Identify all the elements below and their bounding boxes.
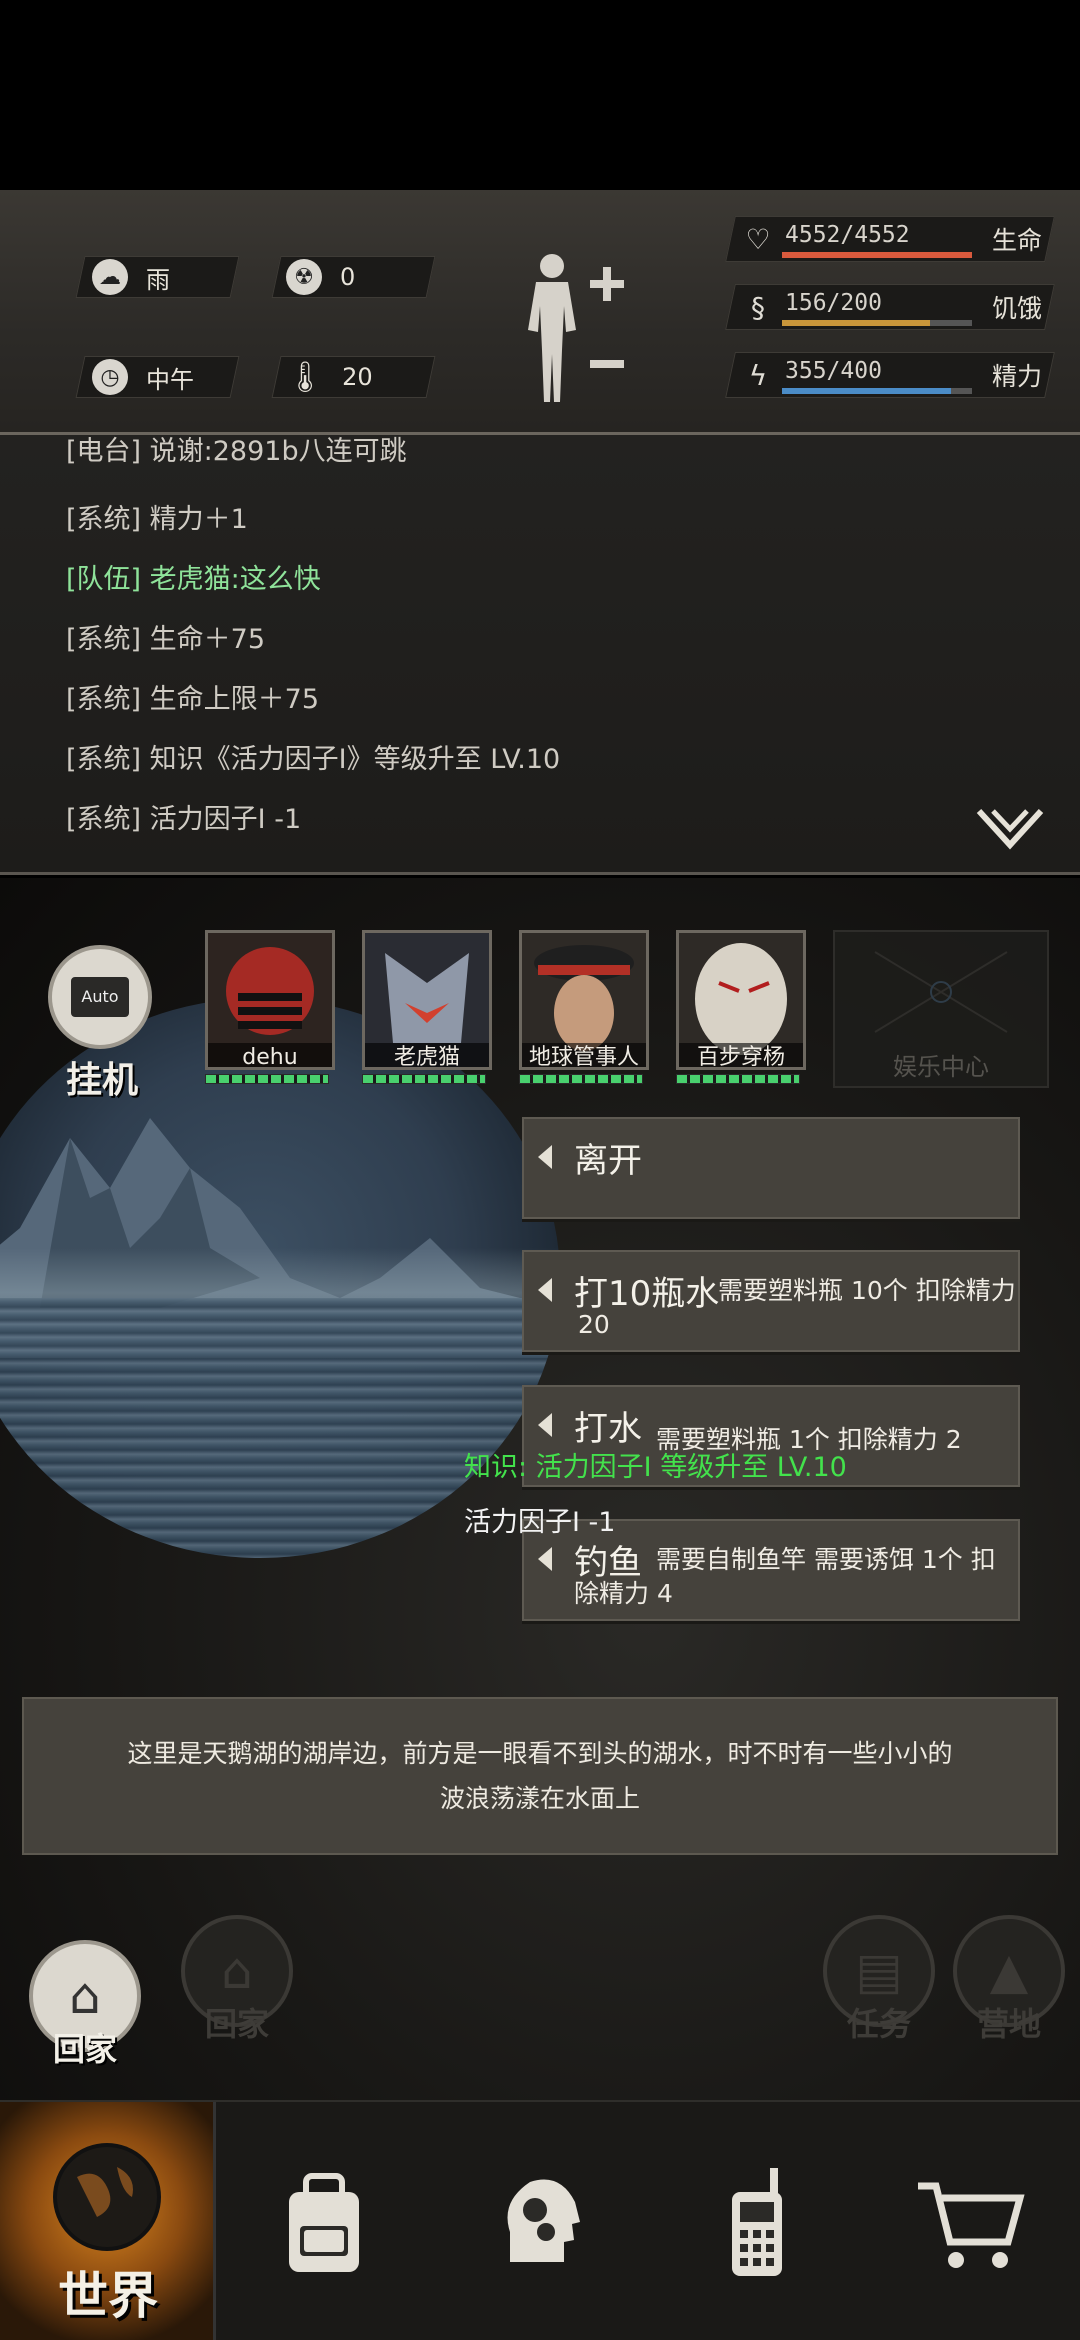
- body-status-icon[interactable]: [520, 250, 630, 410]
- log-line: [系统] 活力因子Ⅰ -1: [66, 804, 302, 835]
- triangle-left-icon: [538, 1413, 552, 1437]
- action-desc: 需要自制鱼竿 需要诱饵 1个 扣: [656, 1545, 996, 1574]
- bottom-tab-bar: 世界: [0, 2100, 1080, 2340]
- top-bar: [0, 0, 1080, 190]
- triangle-left-icon: [538, 1547, 552, 1571]
- member-hp-bar: [205, 1074, 329, 1084]
- health-label: 生命: [992, 226, 1043, 255]
- team-member[interactable]: 地球管事人: [519, 930, 649, 1100]
- avatar: 老虎猫: [362, 930, 492, 1070]
- energy-stat: ϟ 355/400 精力: [725, 352, 1070, 402]
- walkie-talkie-icon: [732, 2168, 782, 2276]
- member-name: 地球管事人: [522, 1043, 646, 1067]
- hunger-value: 156/200: [785, 290, 882, 316]
- stomach-icon: §: [751, 291, 765, 324]
- radiation-chip: ☢ 0: [286, 256, 355, 298]
- log-line: [电台] 说谢:2891b八连可跳: [66, 436, 407, 467]
- member-name: 老虎猫: [365, 1043, 489, 1067]
- health-bar: [782, 252, 972, 258]
- radiation-icon: ☢: [286, 259, 322, 295]
- time-chip: ◷ 中午: [92, 356, 194, 398]
- energy-bar: [782, 388, 972, 394]
- tab-shop[interactable]: [864, 2102, 1080, 2340]
- description-line: 波浪荡漾在水面上: [439, 1784, 640, 1813]
- task-label: 任务: [846, 2005, 911, 2043]
- auto-idle-button[interactable]: Auto 挂机: [48, 945, 156, 1105]
- auto-label: 挂机: [65, 1060, 138, 1101]
- floating-knowledge-text: 知识: 活力因子Ⅰ 等级升至 LV.10: [464, 1452, 847, 1483]
- team-member[interactable]: 老虎猫: [362, 930, 492, 1100]
- action-title: 离开: [574, 1141, 642, 1181]
- member-name: 百步穿杨: [679, 1043, 803, 1067]
- health-stat: ♡ 4552/4552 生命: [725, 216, 1070, 266]
- log-line: [系统] 生命＋75: [66, 624, 266, 655]
- entertainment-center-slot[interactable]: 娱乐中心: [833, 930, 1049, 1088]
- go-home-button[interactable]: ⌂ 回家: [26, 1940, 144, 2070]
- head-gears-icon: [507, 2179, 580, 2262]
- go-home-label: 回家: [52, 2030, 117, 2068]
- energy-head-icon: ϟ: [748, 359, 768, 392]
- tab-world-label: 世界: [58, 2267, 158, 2325]
- weather-chip: ☁ 雨: [92, 256, 170, 298]
- location-description: 这里是天鹅湖的湖岸边，前方是一眼看不到头的湖水，时不时有一些小小的 波浪荡漾在水…: [22, 1697, 1058, 1855]
- chevron-down-icon[interactable]: [975, 805, 1045, 855]
- tab-inventory[interactable]: [216, 2102, 432, 2340]
- weather-condition: 雨: [146, 265, 170, 294]
- leave-action-button[interactable]: 离开: [522, 1117, 1020, 1219]
- team-member[interactable]: dehu: [205, 930, 335, 1100]
- triangle-left-icon: [538, 1145, 552, 1169]
- member-hp-bar: [676, 1074, 800, 1084]
- energy-label: 精力: [992, 362, 1043, 391]
- fetch-10-water-button[interactable]: 打10瓶水 需要塑料瓶 10个 扣除精力 20: [522, 1250, 1020, 1352]
- shopping-cart-icon: [918, 2182, 1025, 2268]
- temperature-chip: 🌡 20: [286, 356, 373, 398]
- member-hp-bar: [362, 1074, 486, 1084]
- action-desc: 需要塑料瓶 10个 扣除精力: [718, 1276, 1016, 1305]
- camp-label: 营地: [976, 2005, 1041, 2043]
- tab-skills[interactable]: [432, 2102, 648, 2340]
- hunger-bar: [782, 320, 972, 326]
- log-line: [系统] 精力＋1: [66, 504, 248, 535]
- message-log[interactable]: [电台] 说谢:2891b八连可跳 [系统] 精力＋1 [队伍] 老虎猫:这么快…: [0, 435, 1080, 875]
- auto-monitor-icon: Auto: [71, 977, 129, 1017]
- task-button[interactable]: ▤ 任务: [820, 1915, 938, 2045]
- log-line: [系统] 生命上限＋75: [66, 684, 320, 715]
- clock-icon: ◷: [92, 359, 128, 395]
- member-name: dehu: [208, 1043, 332, 1067]
- health-value: 4552/4552: [785, 222, 910, 248]
- floating-item-text: 活力因子Ⅰ -1: [464, 1507, 616, 1538]
- globe-icon: [52, 2143, 161, 2251]
- camp-button[interactable]: ▲ 营地: [950, 1915, 1068, 2045]
- hunger-label: 饥饿: [992, 294, 1043, 323]
- team-member[interactable]: 百步穿杨: [676, 930, 806, 1100]
- home-label: 回家: [204, 2005, 269, 2043]
- hunger-stat: § 156/200 饥饿: [725, 284, 1070, 334]
- member-hp-bar: [519, 1074, 643, 1084]
- entertainment-label: 娱乐中心: [893, 1053, 989, 1081]
- rain-cloud-icon: ☁: [92, 259, 128, 295]
- avatar: dehu: [205, 930, 335, 1070]
- radiation-value: 0: [340, 263, 356, 291]
- backpack-icon: [289, 2173, 359, 2272]
- home-button-disabled[interactable]: ⌂ 回家: [178, 1915, 296, 2045]
- avatar: 地球管事人: [519, 930, 649, 1070]
- log-line: [队伍] 老虎猫:这么快: [66, 564, 321, 595]
- energy-value: 355/400: [785, 358, 882, 384]
- action-desc-cont: 除精力 4: [574, 1579, 673, 1608]
- status-panel: ☁ 雨 ☢ 0 ◷ 中午 🌡 20 ♡ 4552/4552 生命 § 156/2…: [0, 190, 1080, 435]
- log-line: [系统] 知识《活力因子Ⅰ》等级升至 LV.10: [66, 744, 561, 775]
- time-of-day: 中午: [146, 365, 194, 394]
- tab-radio[interactable]: [648, 2102, 864, 2340]
- tab-world[interactable]: 世界: [0, 2102, 216, 2340]
- action-title: 打水: [574, 1409, 642, 1449]
- thermometer-icon: 🌡: [286, 359, 325, 395]
- action-desc-cont: 20: [578, 1310, 610, 1339]
- avatar: 百步穿杨: [676, 930, 806, 1070]
- triangle-left-icon: [538, 1278, 552, 1302]
- description-line: 这里是天鹅湖的湖岸边，前方是一眼看不到头的湖水，时不时有一些小小的: [127, 1739, 953, 1768]
- temperature-value: 20: [342, 363, 373, 391]
- heart-icon: ♡: [745, 223, 771, 256]
